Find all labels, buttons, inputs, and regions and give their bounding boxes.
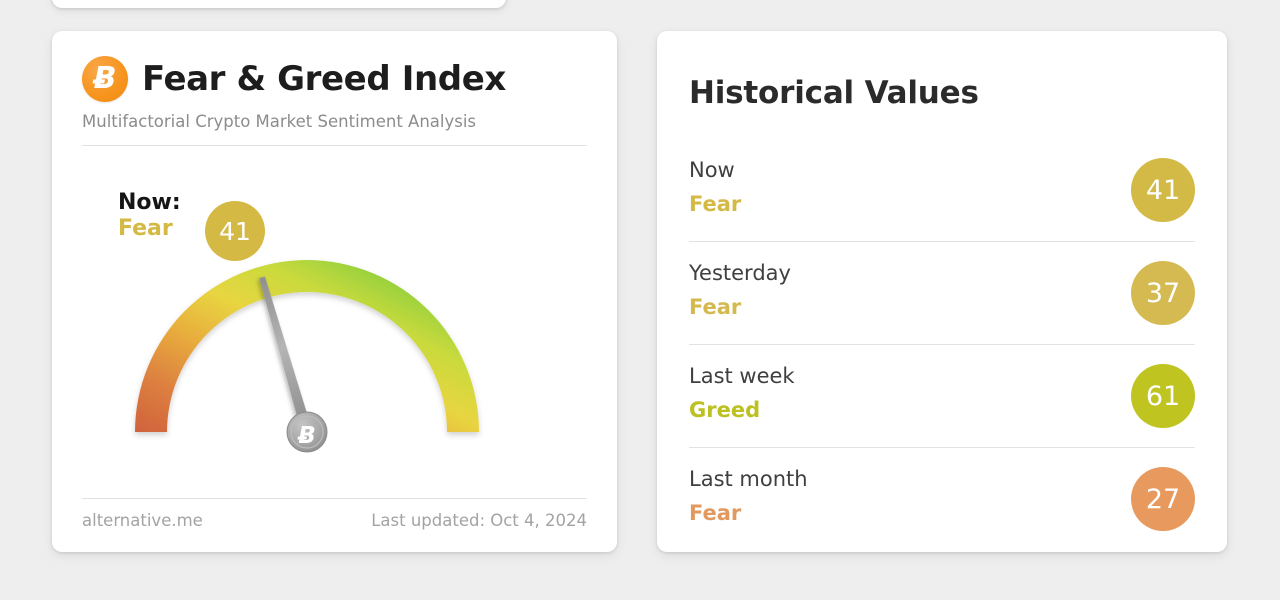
history-row-labels: Last week Greed: [689, 362, 795, 425]
history-period: Yesterday: [689, 261, 791, 285]
history-classification: Fear: [689, 192, 742, 217]
history-period: Last month: [689, 467, 808, 491]
bitcoin-icon: Ƀ: [82, 56, 128, 102]
last-updated-text: Last updated: Oct 4, 2024: [371, 511, 587, 530]
gauge-card-header: Ƀ Fear & Greed Index: [82, 31, 587, 102]
history-row-labels: Last month Fear: [689, 465, 808, 528]
gauge-hub-bitcoin-icon: Ƀ: [297, 423, 316, 449]
footer-divider: [82, 498, 587, 499]
history-row-labels: Now Fear: [689, 156, 741, 219]
page-title: Fear & Greed Index: [142, 59, 506, 99]
gauge-value-bubble: 41: [205, 201, 265, 261]
source-link[interactable]: alternative.me: [82, 511, 203, 530]
history-classification: Fear: [689, 295, 742, 320]
history-row[interactable]: Last month Fear 27: [689, 448, 1195, 550]
history-classification: Fear: [689, 501, 742, 526]
fear-greed-gauge-card: Ƀ Fear & Greed Index Multifactorial Cryp…: [52, 31, 617, 552]
gauge-svg: Ƀ: [135, 260, 479, 453]
history-value-badge: 27: [1131, 467, 1195, 531]
history-value-badge: 37: [1131, 261, 1195, 325]
gauge-card-footer: alternative.me Last updated: Oct 4, 2024: [82, 498, 587, 530]
history-value-badge: 61: [1131, 364, 1195, 428]
history-value-badge: 41: [1131, 158, 1195, 222]
history-row-labels: Yesterday Fear: [689, 259, 791, 322]
gauge-needle: [259, 276, 313, 434]
header-divider: [82, 145, 587, 146]
history-row[interactable]: Yesterday Fear 37: [689, 242, 1195, 345]
history-classification: Greed: [689, 398, 761, 423]
historical-values-title: Historical Values: [689, 75, 979, 111]
history-row[interactable]: Now Fear 41: [689, 139, 1195, 242]
gauge-arc: [135, 260, 479, 432]
dashboard-root: Ƀ Fear & Greed Index Multifactorial Cryp…: [0, 0, 1280, 600]
historical-values-card: Historical Values Now Fear 41 Yesterday Fear…: [657, 31, 1227, 552]
history-period: Last week: [689, 364, 795, 388]
history-row[interactable]: Last week Greed 61: [689, 345, 1195, 448]
history-period: Now: [689, 158, 735, 182]
page-subtitle: Multifactorial Crypto Market Sentiment A…: [82, 112, 477, 131]
historical-values-list: Now Fear 41 Yesterday Fear 37 Last week Greed 61…: [689, 139, 1195, 550]
gauge-chart: Ƀ 41: [118, 191, 590, 521]
